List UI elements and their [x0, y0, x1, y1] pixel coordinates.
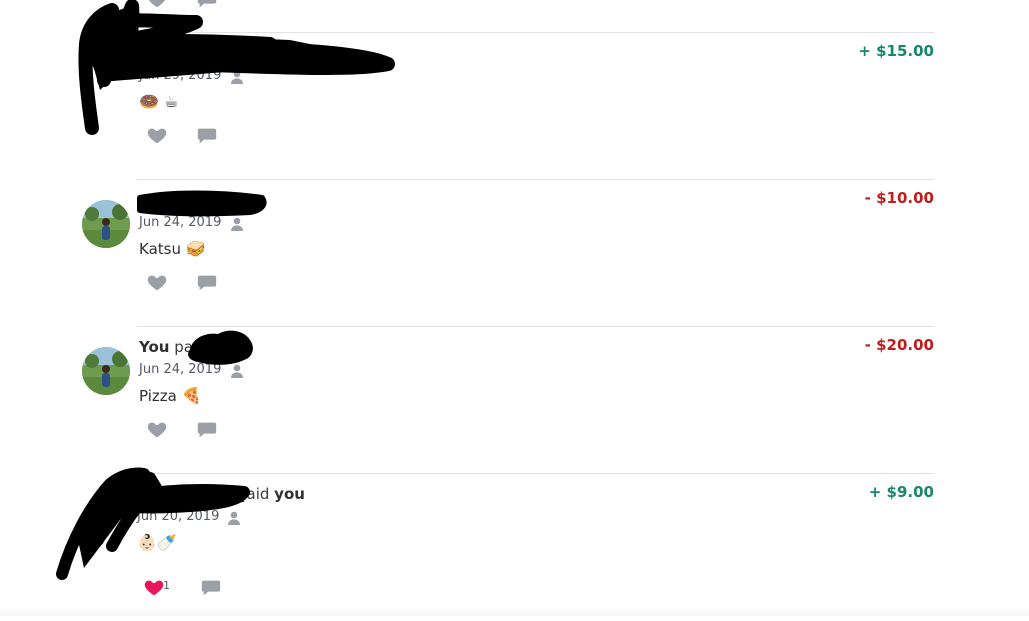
story-amount: - $20.00 — [864, 336, 934, 354]
story-amount: - $10.00 — [864, 189, 934, 207]
comment-bubble-icon[interactable] — [196, 418, 218, 440]
story-amount: + $9.00 — [868, 483, 934, 501]
note-emoji: 🍕 — [181, 386, 202, 405]
avatar[interactable] — [82, 347, 130, 395]
story-actor[interactable]: You — [139, 338, 169, 356]
story-item[interactable]: You pa - $20.00 Jun 24, 2019 Pizza 🍕 — [0, 327, 1029, 474]
note-text: Katsu — [139, 240, 181, 258]
story-title: You pa — [139, 337, 193, 357]
story-item[interactable]: paid you + $9.00 Jun 20, 2019 👶🏻🍼 1 — [0, 474, 1029, 621]
story-date: Jun 24, 2019 — [139, 215, 222, 230]
note-emoji: 🥪 — [185, 239, 206, 258]
story-date: Jun 24, 2019 — [139, 362, 222, 377]
story-actions — [146, 418, 266, 442]
like-count[interactable]: 1 — [163, 579, 170, 592]
heart-icon[interactable] — [146, 418, 168, 440]
heart-icon[interactable] — [146, 124, 168, 146]
heart-icon[interactable] — [146, 0, 168, 10]
story-title: paid you — [140, 484, 305, 504]
person-icon — [228, 511, 240, 525]
heart-icon[interactable] — [143, 576, 165, 598]
story-verb: pa — [169, 338, 193, 356]
person-icon — [231, 217, 243, 231]
story-item[interactable]: + $15.00 Jun 29, 2019 🍩 ☕ — [0, 33, 1029, 180]
story-actions: 1 — [143, 576, 263, 600]
story-note: 👶🏻🍼 — [137, 532, 177, 554]
comment-bubble-icon[interactable] — [196, 0, 218, 10]
story-note: 🍩 ☕ — [139, 91, 178, 113]
story-item[interactable]: - $10.00 Jun 24, 2019 Katsu 🥪 — [0, 180, 1029, 327]
comment-bubble-icon[interactable] — [200, 576, 222, 598]
story-verb: paid — [237, 485, 275, 503]
avatar[interactable] — [82, 200, 130, 248]
story-amount: + $15.00 — [858, 42, 934, 60]
story-date: Jun 29, 2019 — [139, 68, 222, 83]
comment-bubble-icon[interactable] — [196, 124, 218, 146]
bottom-shade — [0, 605, 1029, 616]
person-icon — [231, 70, 243, 84]
note-text: Pizza — [139, 387, 177, 405]
story-note: Pizza 🍕 — [139, 385, 202, 407]
person-icon — [231, 364, 243, 378]
story-target[interactable]: you — [274, 485, 305, 503]
note-emoji: 👶🏻🍼 — [137, 533, 177, 552]
story-actions — [146, 271, 266, 295]
transaction-feed: + $15.00 Jun 29, 2019 🍩 ☕ - $10.00 Jun 2… — [0, 0, 1029, 616]
comment-bubble-icon[interactable] — [196, 271, 218, 293]
story-date: Jun 20, 2019 — [137, 509, 220, 524]
heart-icon[interactable] — [146, 271, 168, 293]
story-note: Katsu 🥪 — [139, 238, 206, 260]
story-actions — [146, 124, 266, 148]
note-emoji: 🍩 ☕ — [139, 92, 179, 111]
